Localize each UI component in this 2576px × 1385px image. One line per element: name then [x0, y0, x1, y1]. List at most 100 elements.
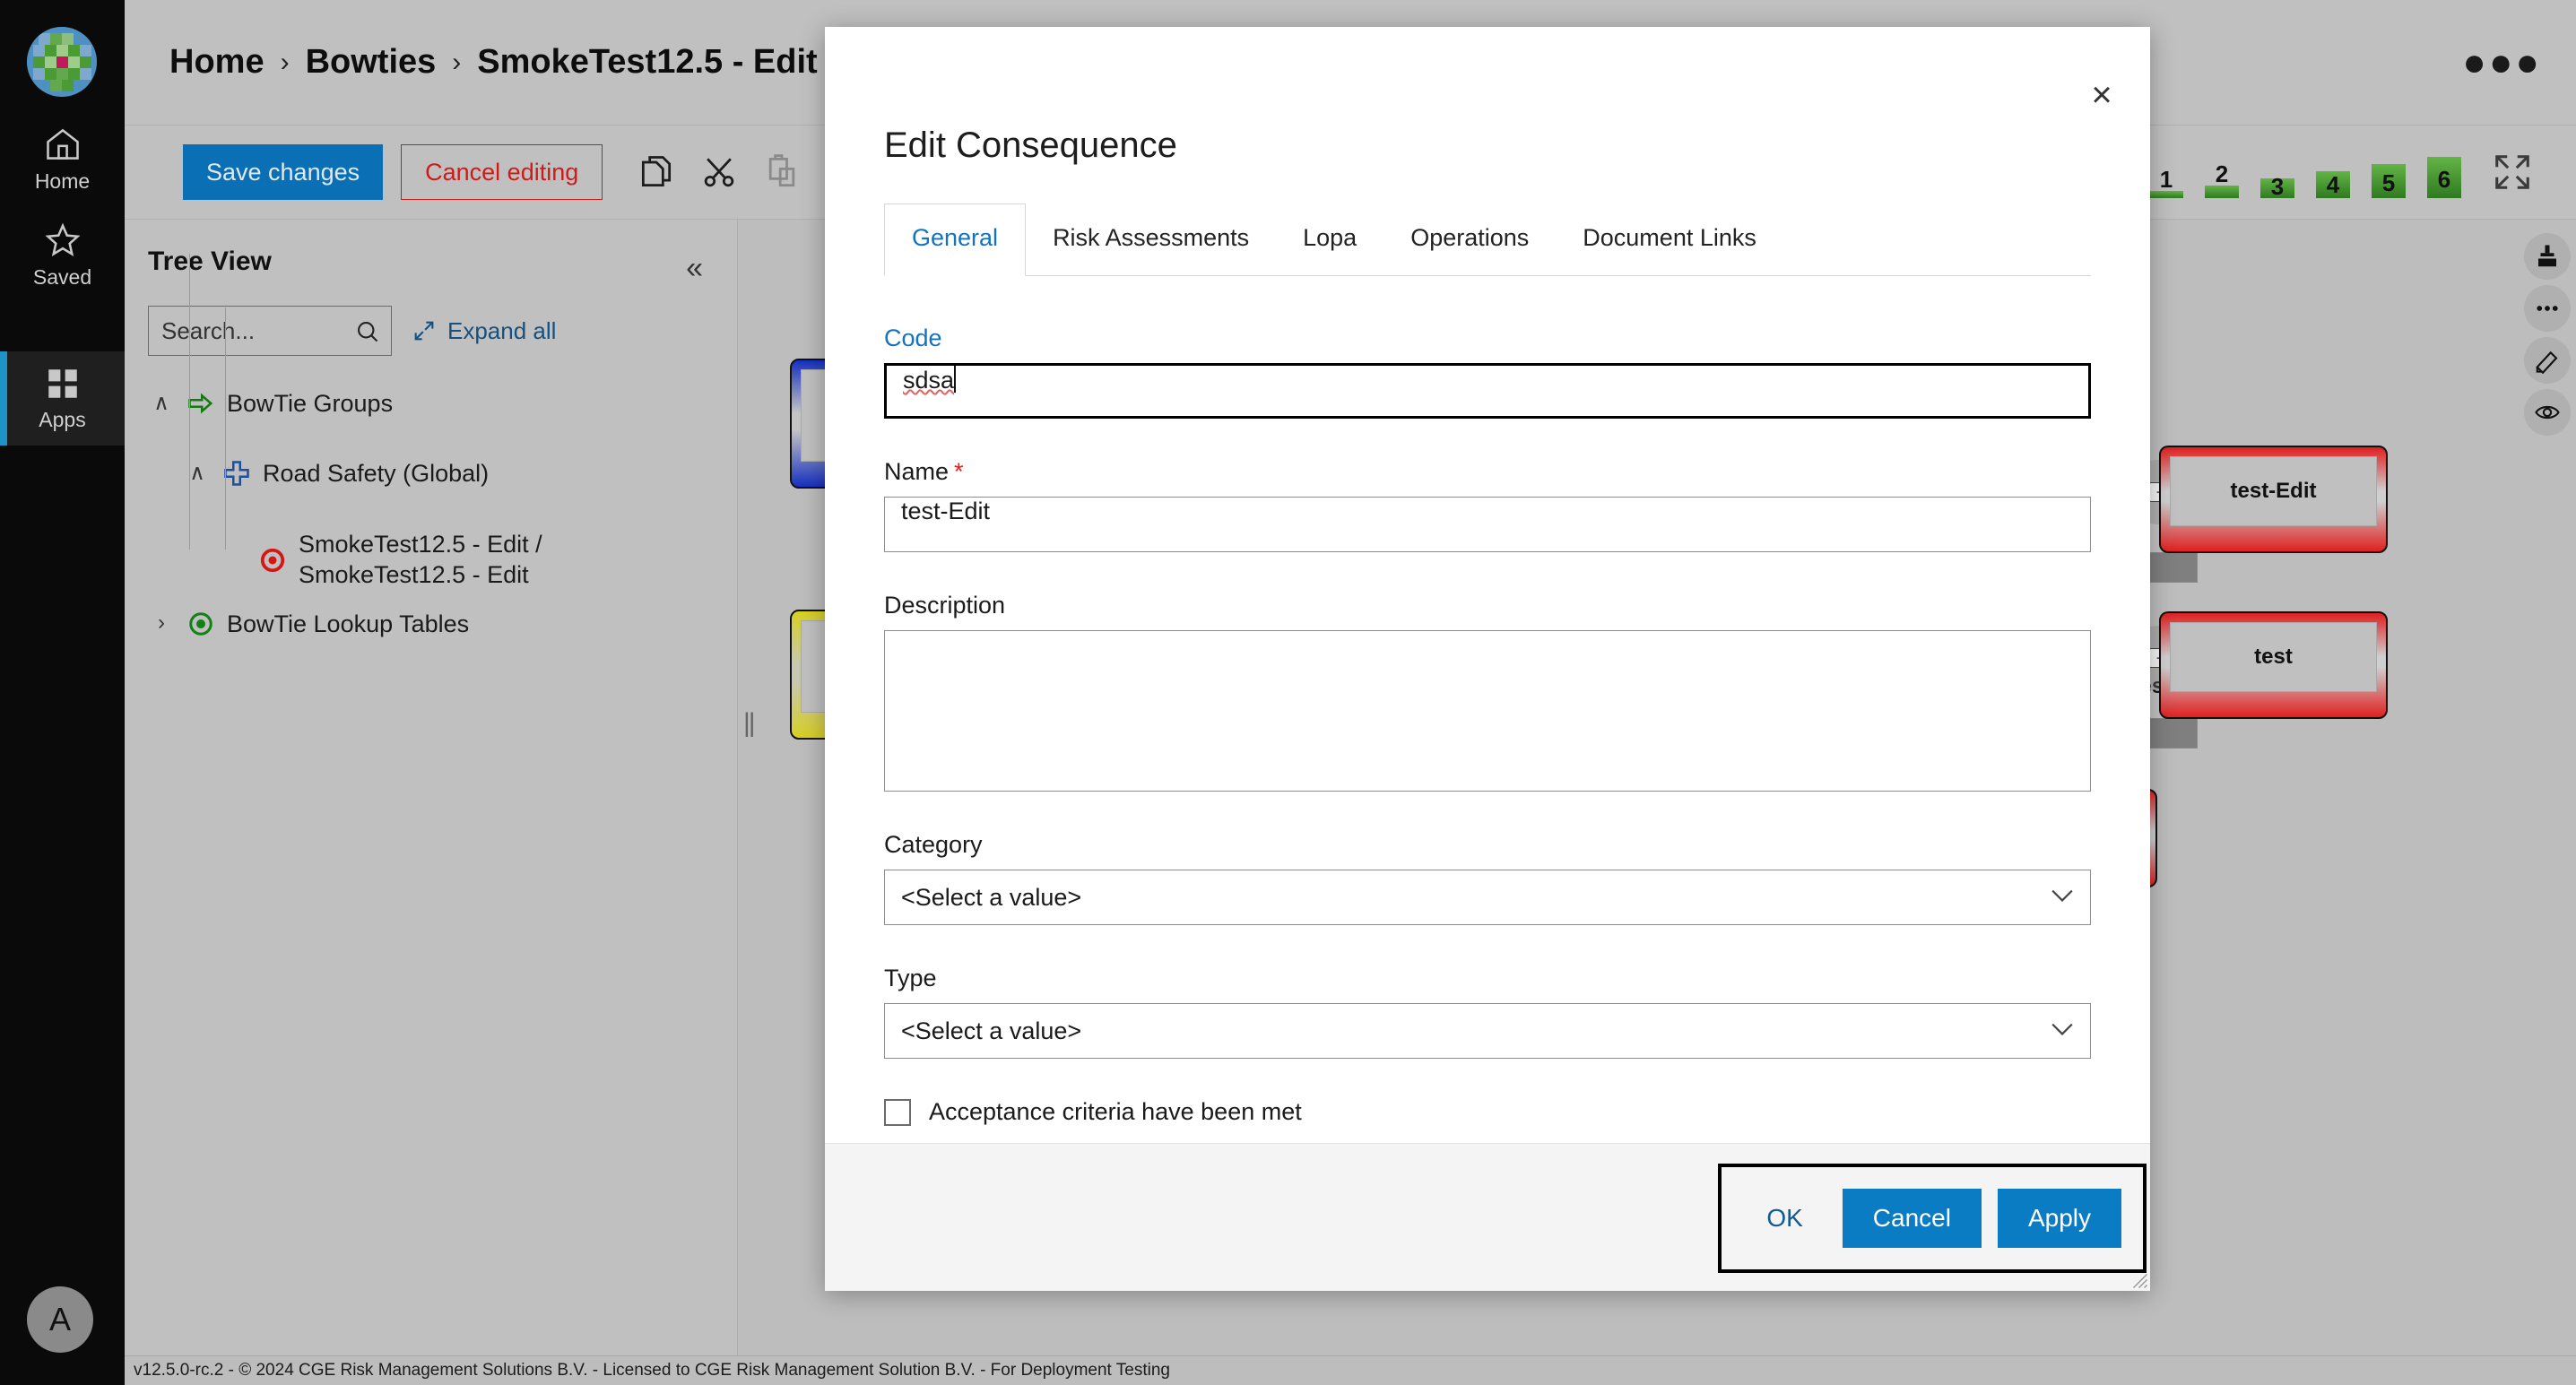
acceptance-criteria-label: Acceptance criteria have been met — [929, 1098, 1302, 1126]
cancel-editing-button[interactable]: Cancel editing — [401, 144, 603, 200]
bowtie-box-test-edit[interactable]: test-Edit — [2159, 446, 2388, 553]
code-input[interactable]: sdsa — [884, 363, 2091, 419]
chevron-right-icon: › — [281, 48, 290, 78]
cancel-button[interactable]: Cancel — [1843, 1189, 1982, 1248]
chevron-down-icon — [2051, 888, 2074, 903]
more-icon[interactable] — [2524, 285, 2571, 332]
eye-icon[interactable] — [2524, 389, 2571, 436]
green-dot-icon — [187, 610, 214, 637]
dialog-title: Edit Consequence — [825, 27, 2150, 166]
avatar[interactable]: A — [27, 1286, 93, 1353]
red-dot-icon — [259, 547, 286, 574]
breadcrumb-item-bowties[interactable]: Bowties — [306, 43, 437, 82]
close-icon[interactable]: × — [2080, 74, 2123, 117]
green-arrow-icon — [187, 390, 214, 417]
level-number: 3 — [2271, 175, 2284, 198]
sidebar-item-label: Home — [35, 169, 90, 194]
level-indicator-1[interactable]: 1 — [2149, 148, 2183, 198]
chevron-up-icon[interactable]: ∧ — [148, 390, 175, 416]
collapse-panel-icon[interactable]: « — [686, 251, 703, 286]
code-field-group: Code sdsa — [884, 325, 2091, 419]
tab-risk-assessments[interactable]: Risk Assessments — [1026, 204, 1276, 275]
type-value: <Select a value> — [901, 1017, 1081, 1045]
name-input[interactable]: test-Edit — [884, 497, 2091, 552]
edit-consequence-dialog[interactable]: × Edit Consequence General Risk Assessme… — [825, 27, 2150, 1291]
sidebar-item-home[interactable]: Home — [0, 112, 125, 206]
chevron-up-icon[interactable]: ∧ — [184, 460, 211, 486]
tree-node-lookup-tables[interactable]: › BowTie Lookup Tables — [125, 610, 737, 664]
level-number: 1 — [2160, 168, 2173, 191]
search-input[interactable]: Search... — [148, 306, 392, 356]
panel-resize-handle[interactable]: || — [743, 708, 754, 739]
expand-all-button[interactable]: Expand all — [412, 317, 556, 345]
expand-arrows-icon — [412, 318, 437, 343]
add-icon[interactable] — [2524, 233, 2571, 280]
description-field-group: Description — [884, 592, 2091, 792]
search-icon — [355, 319, 380, 344]
cut-icon[interactable] — [699, 152, 739, 192]
fullscreen-icon[interactable] — [2492, 151, 2533, 193]
chevron-down-icon — [2051, 1022, 2074, 1036]
tree-guide-line — [189, 254, 190, 550]
avatar-initial: A — [49, 1301, 71, 1338]
search-placeholder: Search... — [149, 317, 255, 345]
app-root: Home Saved Apps A Home › Bowties — [0, 0, 2576, 1385]
status-bar-text: v12.5.0-rc.2 - © 2024 CGE Risk Managemen… — [125, 1361, 1170, 1381]
acceptance-criteria-row: Acceptance criteria have been met — [884, 1098, 2091, 1126]
add-glyph — [2534, 243, 2561, 270]
tree-node-smoketest[interactable]: · SmokeTest12.5 - Edit / SmokeTest12.5 -… — [125, 530, 737, 591]
save-changes-button[interactable]: Save changes — [183, 144, 383, 200]
description-label: Description — [884, 592, 2091, 619]
sidebar-item-apps[interactable]: Apps — [0, 351, 125, 446]
chevron-right-icon[interactable]: › — [148, 610, 175, 636]
pencil-glyph — [2534, 347, 2561, 374]
category-label: Category — [884, 831, 2091, 859]
category-select[interactable]: <Select a value> — [884, 870, 2091, 925]
bowtie-box-label: test-Edit — [2231, 479, 2317, 504]
description-textarea[interactable] — [884, 630, 2091, 792]
name-label: Name* — [884, 458, 2091, 486]
chevron-right-icon: › — [452, 48, 461, 78]
tab-lopa[interactable]: Lopa — [1276, 204, 1383, 275]
level-number: 4 — [2327, 173, 2339, 196]
tree-node-label: BowTie Groups — [227, 390, 393, 418]
text-caret — [954, 366, 956, 393]
level-indicator-5[interactable]: 5 — [2372, 148, 2406, 198]
tree-node-label: SmokeTest12.5 - Edit / SmokeTest12.5 - E… — [299, 530, 594, 591]
bowtie-box-test[interactable]: test — [2159, 611, 2388, 719]
required-asterisk: * — [954, 458, 964, 485]
tree-node-bowtie-groups[interactable]: ∧ BowTie Groups — [125, 390, 737, 444]
acceptance-criteria-checkbox[interactable] — [884, 1099, 911, 1126]
level-indicator-4[interactable]: 4 — [2316, 148, 2350, 198]
tab-general[interactable]: General — [884, 203, 1026, 276]
more-options-icon[interactable]: ●●● — [2462, 53, 2542, 73]
app-logo[interactable] — [27, 27, 97, 97]
name-value: test-Edit — [901, 498, 990, 524]
breadcrumb: Home › Bowties › SmokeTest12.5 - Edit — [169, 43, 818, 82]
type-label: Type — [884, 965, 2091, 992]
tab-document-links[interactable]: Document Links — [1556, 204, 1783, 275]
breadcrumb-item-current: SmokeTest12.5 - Edit — [477, 43, 817, 82]
resize-grip-icon[interactable] — [2132, 1273, 2148, 1289]
type-select[interactable]: <Select a value> — [884, 1003, 2091, 1059]
left-rail: Home Saved Apps A — [0, 0, 125, 1385]
tree-node-label: BowTie Lookup Tables — [227, 610, 469, 638]
dialog-tabs: General Risk Assessments Lopa Operations… — [884, 203, 2091, 276]
level-number: 6 — [2438, 168, 2450, 191]
level-bar — [2205, 186, 2239, 198]
grid-icon — [44, 365, 82, 403]
breadcrumb-item-home[interactable]: Home — [169, 43, 265, 82]
edit-icon[interactable] — [2524, 337, 2571, 384]
level-indicator-2[interactable]: 2 — [2205, 148, 2239, 198]
copy-icon[interactable] — [637, 152, 676, 192]
tab-operations[interactable]: Operations — [1383, 204, 1556, 275]
clipboard-tools — [637, 152, 802, 192]
apply-button[interactable]: Apply — [1998, 1189, 2121, 1248]
tree-node-road-safety[interactable]: ∧ Road Safety (Global) — [125, 460, 737, 514]
level-indicator-3[interactable]: 3 — [2260, 148, 2294, 198]
paste-icon[interactable] — [762, 152, 802, 192]
sidebar-item-saved[interactable]: Saved — [0, 208, 125, 302]
name-field-group: Name* test-Edit — [884, 458, 2091, 552]
ok-button[interactable]: OK — [1743, 1190, 1826, 1247]
level-indicator-6[interactable]: 6 — [2427, 148, 2461, 198]
